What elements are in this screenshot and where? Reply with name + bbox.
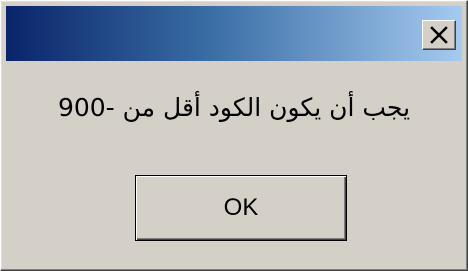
- title-bar[interactable]: [6, 6, 462, 61]
- ok-button[interactable]: OK: [135, 175, 347, 241]
- dialog-message: يجب أن يكون الكود أقل من -900: [57, 93, 411, 122]
- close-button[interactable]: [422, 20, 456, 50]
- close-icon: [430, 26, 448, 44]
- message-dialog: يجب أن يكون الكود أقل من -900 OK: [0, 0, 468, 271]
